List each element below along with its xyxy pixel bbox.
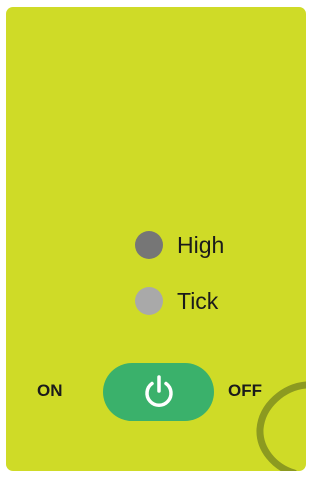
indicator-high: High [135,230,224,260]
dial-arc-icon [256,381,306,471]
tick-led-icon [135,287,163,315]
high-label: High [177,231,225,258]
power-icon [144,375,173,407]
power-toggle-button[interactable] [103,363,214,421]
tick-label: Tick [177,287,219,314]
high-led-icon [135,231,163,259]
control-panel: High Tick ON OFF [6,7,306,471]
indicator-tick: Tick [135,286,218,316]
on-label: ON [37,381,63,400]
